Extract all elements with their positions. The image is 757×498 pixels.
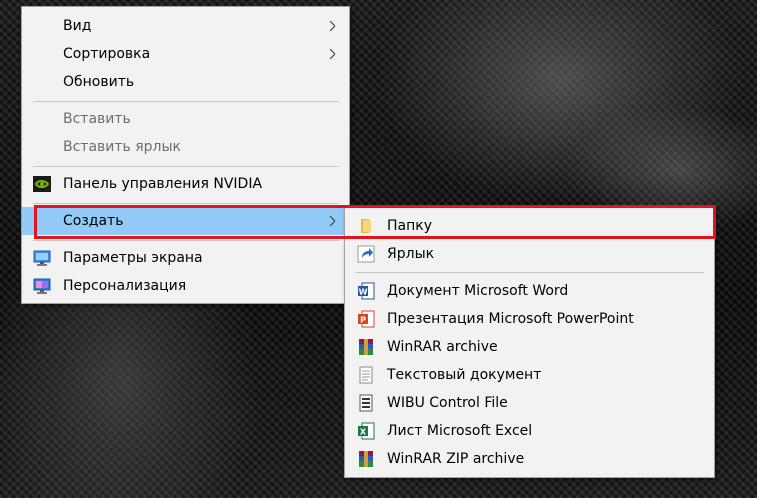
shortcut-icon [357,245,375,263]
svg-text:X: X [360,428,367,437]
menu-item-label: Сортировка [63,46,151,62]
chevron-right-icon [329,49,335,59]
menu-separator [33,240,339,241]
personalization-icon [33,278,51,294]
submenu-item-label: Текстовый документ [387,367,542,383]
menu-item-paste: Вставить [22,105,349,133]
create-submenu: Папку Ярлык W Документ Microsoft Word P … [344,206,715,478]
winrar-zip-icon [359,451,373,467]
chevron-right-icon [329,21,335,31]
menu-separator [33,203,339,204]
powerpoint-icon: P [358,310,375,328]
submenu-item-label: WinRAR archive [387,339,498,355]
menu-item-personalization[interactable]: Персонализация [22,272,349,300]
folder-icon [361,219,371,233]
menu-separator [33,166,339,167]
winrar-icon [359,339,373,355]
submenu-item-label: WIBU Control File [387,395,508,411]
nvidia-icon [33,176,51,192]
menu-item-refresh[interactable]: Обновить [22,68,349,96]
svg-text:P: P [360,316,366,325]
submenu-item-label: Ярлык [387,246,435,262]
menu-separator [355,272,704,273]
menu-item-create[interactable]: Создать [22,207,349,235]
submenu-item-powerpoint[interactable]: P Презентация Microsoft PowerPoint [345,305,714,333]
menu-item-label: Персонализация [63,278,187,294]
submenu-item-label: Папку [387,218,433,234]
submenu-item-text-document[interactable]: Текстовый документ [345,361,714,389]
desktop-context-menu: Вид Сортировка Обновить Вставить Вставит… [21,6,350,304]
display-settings-icon [33,250,51,266]
menu-item-label: Панель управления NVIDIA [63,176,263,192]
submenu-item-label: Лист Microsoft Excel [387,423,533,439]
submenu-item-winrar-zip[interactable]: WinRAR ZIP archive [345,445,714,473]
submenu-item-winrar-archive[interactable]: WinRAR archive [345,333,714,361]
menu-item-label: Создать [63,213,124,229]
submenu-item-label: Документ Microsoft Word [387,283,569,299]
word-document-icon: W [358,282,375,300]
menu-item-display-settings[interactable]: Параметры экрана [22,244,349,272]
menu-item-label: Вид [63,18,92,34]
chevron-right-icon [329,216,335,226]
menu-separator [33,101,339,102]
submenu-item-label: WinRAR ZIP archive [387,451,525,467]
menu-item-view[interactable]: Вид [22,12,349,40]
submenu-item-wibu-control-file[interactable]: WIBU Control File [345,389,714,417]
menu-item-sort[interactable]: Сортировка [22,40,349,68]
submenu-item-excel-sheet[interactable]: X Лист Microsoft Excel [345,417,714,445]
menu-item-label: Вставить [63,111,131,127]
wibu-file-icon [359,394,373,412]
menu-item-nvidia-control-panel[interactable]: Панель управления NVIDIA [22,170,349,198]
svg-text:W: W [359,288,368,297]
menu-item-label: Параметры экрана [63,250,203,266]
menu-item-paste-shortcut: Вставить ярлык [22,133,349,161]
text-document-icon [359,366,373,384]
submenu-item-folder[interactable]: Папку [345,212,714,240]
submenu-item-shortcut[interactable]: Ярлык [345,240,714,268]
excel-icon: X [358,422,375,440]
submenu-item-word-document[interactable]: W Документ Microsoft Word [345,277,714,305]
menu-item-label: Обновить [63,74,135,90]
menu-item-label: Вставить ярлык [63,139,182,155]
submenu-item-label: Презентация Microsoft PowerPoint [387,311,634,327]
